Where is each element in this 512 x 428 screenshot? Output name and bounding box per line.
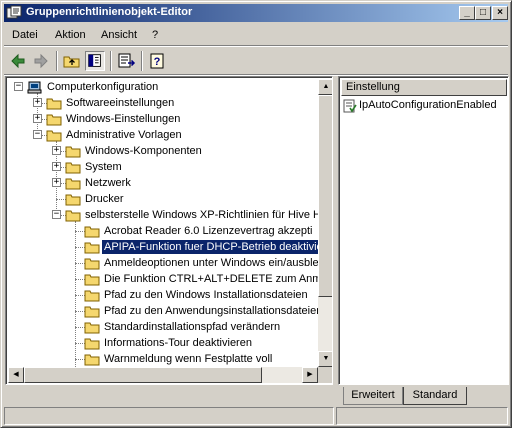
toolbar-separator [110, 51, 112, 71]
tree-item-label: selbsterstelle Windows XP-Richtlinien fü… [85, 209, 329, 221]
menu-help[interactable]: ? [152, 29, 158, 41]
expand-toggle[interactable]: + [52, 162, 61, 171]
tree-item-label: Informations-Tour deaktivieren [104, 337, 252, 349]
folder-icon [84, 226, 100, 238]
help-icon[interactable]: ? [147, 51, 167, 71]
tree-guide [75, 221, 76, 383]
forward-icon[interactable] [31, 51, 51, 71]
tree-item-label: Windows-Komponenten [85, 145, 202, 157]
folder-icon [84, 354, 100, 366]
scroll-down-button[interactable]: ▼ [318, 351, 332, 367]
tree-item-label: Drucker [85, 193, 124, 205]
menu-datei[interactable]: Datei [12, 29, 38, 41]
window-title: Gruppenrichtlinienobjekt-Editor [26, 6, 193, 18]
up-folder-icon[interactable] [62, 51, 82, 71]
tree-item-label: Administrative Vorlagen [66, 129, 182, 141]
view-tabs: Erweitert Standard [338, 387, 509, 405]
toolbar: ? [4, 48, 508, 74]
folder-icon [84, 338, 100, 350]
tree-item-label: Computerkonfiguration [47, 81, 159, 93]
folder-icon [65, 162, 81, 174]
policy-setting-icon [343, 99, 357, 113]
show-hide-tree-icon[interactable] [85, 51, 105, 71]
scroll-right-button[interactable]: ▶ [302, 367, 318, 383]
tree-item-label: Netzwerk [85, 177, 131, 189]
scroll-up-button[interactable]: ▲ [318, 79, 332, 95]
tab-standard[interactable]: Standard [403, 387, 467, 405]
tree-item-label: Die Funktion CTRL+ALT+DELETE zum Anmelc [104, 273, 333, 285]
folder-icon [84, 306, 100, 318]
tree-item-label: Warnmeldung wenn Festplatte voll [104, 353, 273, 365]
tree-item-label: Softwareeinstellungen [66, 97, 175, 109]
tree-item-label: Pfad zu den Windows Installationsdateien [104, 289, 308, 301]
folder-icon [84, 322, 100, 334]
folder-icon [84, 290, 100, 302]
expand-toggle[interactable]: + [52, 178, 61, 187]
folder-icon [46, 114, 62, 126]
editor-window: Gruppenrichtlinienobjekt-Editor _ □ × Da… [0, 0, 512, 428]
tree-item-label: APIPA-Funktion fuer DHCP-Betrieb deaktiv… [102, 240, 325, 254]
collapse-toggle[interactable]: − [14, 82, 23, 91]
column-header-einstellung[interactable]: Einstellung [341, 79, 507, 96]
setting-label: IpAutoConfigurationEnabled [359, 99, 497, 111]
title-bar[interactable]: Gruppenrichtlinienobjekt-Editor _ □ × [4, 4, 508, 22]
vertical-scroll-thumb[interactable] [318, 95, 332, 297]
expand-toggle[interactable]: + [52, 146, 61, 155]
tree-item-label: Pfad zu den Anwendungsinstallationsdatei… [104, 305, 323, 317]
computer-icon [27, 81, 42, 94]
maximize-button[interactable]: □ [475, 6, 491, 20]
menu-bar: Datei Aktion Ansicht ? [4, 25, 508, 45]
menu-ansicht[interactable]: Ansicht [101, 29, 137, 41]
folder-icon [84, 258, 100, 270]
back-icon[interactable] [8, 51, 28, 71]
folder-icon [46, 130, 62, 142]
svg-text:?: ? [154, 56, 161, 68]
folder-icon [65, 146, 81, 158]
tree-vertical-scrollbar[interactable]: ▲ ▼ [318, 79, 332, 367]
toolbar-separator [56, 51, 58, 71]
tree-item-label: Anmeldeoptionen unter Windows ein/ausble… [104, 257, 323, 269]
expand-toggle[interactable]: + [33, 114, 42, 123]
tree-item-label: Acrobat Reader 6.0 Lizenzevertrag akzept… [104, 225, 313, 237]
menu-aktion[interactable]: Aktion [55, 29, 86, 41]
tree-item-label: Windows-Einstellungen [66, 113, 181, 125]
toolbar-separator [141, 51, 143, 71]
close-button[interactable]: × [492, 6, 508, 20]
scrollbar-corner [318, 367, 332, 383]
minimize-button[interactable]: _ [459, 6, 475, 20]
folder-icon [84, 242, 100, 254]
folder-icon [65, 210, 81, 222]
tree-horizontal-scrollbar[interactable]: ◀ ▶ [8, 367, 318, 383]
scroll-left-button[interactable]: ◀ [8, 367, 24, 383]
expand-toggle[interactable]: + [33, 98, 42, 107]
folder-icon [46, 98, 62, 110]
details-pane[interactable]: Einstellung IpAutoConfigurationEnabled [338, 76, 509, 385]
horizontal-scroll-thumb[interactable] [24, 367, 262, 383]
tree-item-label: Standardinstallationspfad verändern [104, 321, 281, 333]
tree-pane[interactable]: − Computerkonfiguration + Softwareeinstellu… [5, 76, 333, 385]
status-bar-left [4, 407, 334, 425]
folder-icon [65, 178, 81, 190]
folder-icon [84, 274, 100, 286]
policy-editor-icon [6, 5, 22, 19]
collapse-toggle[interactable]: − [52, 210, 61, 219]
status-bar-right [336, 407, 508, 425]
export-list-icon[interactable] [116, 51, 136, 71]
collapse-toggle[interactable]: − [33, 130, 42, 139]
toolbar-divider [4, 45, 508, 47]
tree-item-label: System [85, 161, 122, 173]
folder-icon [65, 194, 81, 206]
tab-erweitert[interactable]: Erweitert [343, 387, 403, 405]
